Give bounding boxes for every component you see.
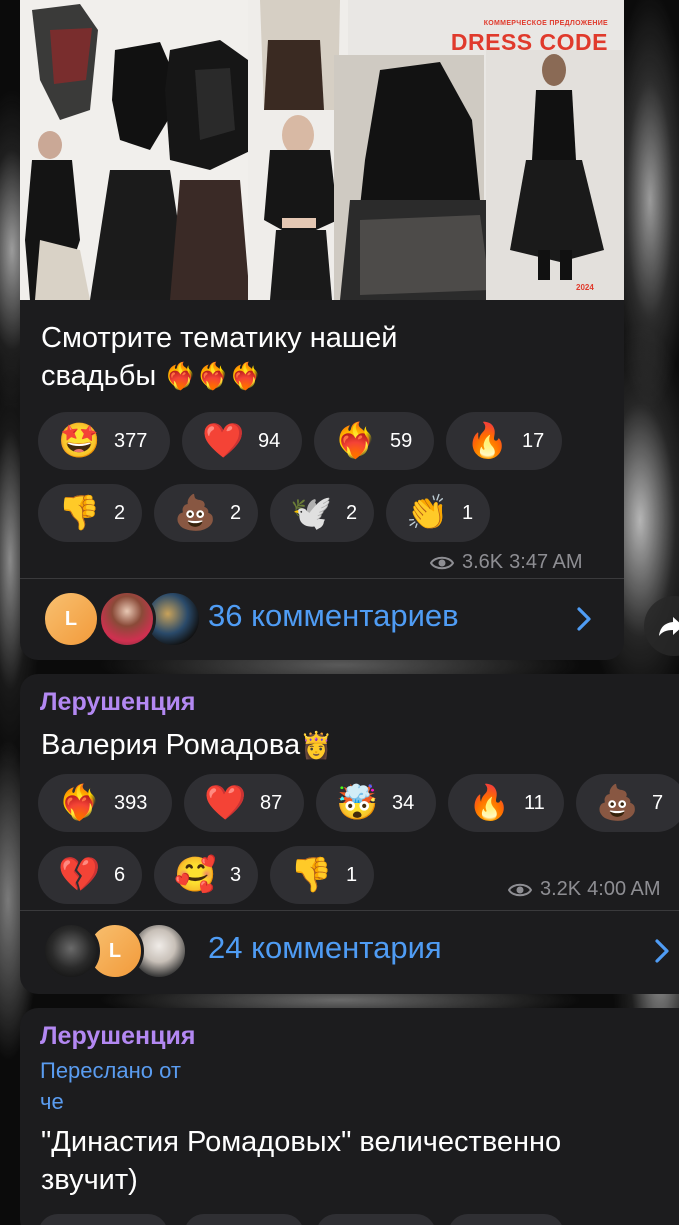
reaction-count: 34 xyxy=(392,791,415,814)
reaction-poop[interactable]: 💩 2 xyxy=(154,484,258,542)
reaction-count: 11 xyxy=(524,791,545,814)
dove-emoji-icon: 🕊️ xyxy=(290,494,333,532)
clapping-hands-emoji-icon: 👏 xyxy=(406,494,449,532)
reaction-clap[interactable]: 👏 1 xyxy=(386,484,490,542)
heart-on-fire-emoji-icon: ❤️‍🔥 xyxy=(334,422,377,460)
message-bubble[interactable]: Лерушенция Валерия Ромадова👸 ❤️‍🔥 393 ❤️… xyxy=(20,674,679,994)
reaction[interactable] xyxy=(316,1214,436,1225)
comments-count-link[interactable]: 24 комментария xyxy=(208,930,442,966)
reaction-count: 2 xyxy=(114,501,126,524)
message-time: 3:47 AM xyxy=(509,551,583,573)
message-text: Смотрите тематику нашей свадьбы ❤️‍🔥❤️‍🔥… xyxy=(41,322,398,392)
fire-emoji-icon: 🔥 xyxy=(468,784,511,822)
reaction-count: 17 xyxy=(522,429,545,452)
share-icon xyxy=(659,617,679,636)
forwarded-from-label[interactable]: Переслано от че xyxy=(40,1055,181,1117)
reaction-fire[interactable]: 🔥 17 xyxy=(446,412,562,470)
avatar: L xyxy=(42,590,100,648)
reaction-fire[interactable]: 🔥 11 xyxy=(448,774,564,832)
reaction-count: 2 xyxy=(230,501,242,524)
message-bubble[interactable]: КОММЕРЧЕСКОЕ ПРЕДЛОЖЕНИЕ DRESS CODE 2024… xyxy=(20,0,624,660)
avatar xyxy=(42,922,100,980)
message-bubble[interactable]: Лерушенция Переслано от че "Династия Ром… xyxy=(20,1008,679,1225)
message-meta: 3.6K 3:47 AM xyxy=(430,551,583,574)
star-struck-emoji-icon: 🤩 xyxy=(58,422,101,460)
comments-link-row[interactable]: L 24 комментария xyxy=(20,910,679,992)
reaction[interactable] xyxy=(184,1214,304,1225)
view-count: 3.2K xyxy=(540,878,582,900)
reaction-count: 94 xyxy=(258,429,281,452)
wedding-theme-collage-image[interactable]: КОММЕРЧЕСКОЕ ПРЕДЛОЖЕНИЕ DRESS CODE 2024 xyxy=(20,0,624,300)
reaction-count: 1 xyxy=(346,863,358,886)
reaction-count: 59 xyxy=(390,429,413,452)
reaction-star-struck[interactable]: 🤩 377 xyxy=(38,412,170,470)
message-text: "Династия Ромадовых" величественно звучи… xyxy=(41,1126,562,1196)
reaction-count: 2 xyxy=(346,501,358,524)
reaction-count: 7 xyxy=(652,791,664,814)
avatar xyxy=(98,590,156,648)
heart-on-fire-emoji-icon: ❤️‍🔥 xyxy=(58,784,101,822)
reaction-heart[interactable]: ❤️ 87 xyxy=(184,774,304,832)
eye-icon xyxy=(508,883,532,896)
message-text: Валерия Ромадова👸 xyxy=(41,729,333,761)
chevron-right-icon[interactable] xyxy=(576,606,592,632)
poop-emoji-icon: 💩 xyxy=(596,784,639,822)
sender-name[interactable]: Лерушенция xyxy=(40,1022,195,1051)
smiling-face-with-hearts-emoji-icon: 🥰 xyxy=(174,856,217,894)
sender-name[interactable]: Лерушенция xyxy=(40,688,195,717)
reaction[interactable] xyxy=(38,1214,168,1225)
reaction-count: 393 xyxy=(114,791,148,814)
reaction-count: 87 xyxy=(260,791,283,814)
exploding-head-emoji-icon: 🤯 xyxy=(336,784,379,822)
reaction-heart-on-fire[interactable]: ❤️‍🔥 59 xyxy=(314,412,434,470)
comments-count-link[interactable]: 36 комментариев xyxy=(208,598,459,634)
thumbs-down-emoji-icon: 👎 xyxy=(58,494,101,532)
reaction-count: 3 xyxy=(230,863,242,886)
fire-emoji-icon: 🔥 xyxy=(466,422,509,460)
dress-code-logo: КОММЕРЧЕСКОЕ ПРЕДЛОЖЕНИЕ DRESS CODE xyxy=(450,20,608,55)
reaction-thumbs-down[interactable]: 👎 1 xyxy=(270,846,374,904)
reaction-exploding-head[interactable]: 🤯 34 xyxy=(316,774,436,832)
poop-emoji-icon: 💩 xyxy=(174,494,217,532)
heart-emoji-icon: ❤️ xyxy=(202,422,245,460)
message-time: 4:00 AM xyxy=(587,878,661,900)
chevron-right-icon[interactable] xyxy=(654,938,670,964)
reaction-heart[interactable]: ❤️ 94 xyxy=(182,412,302,470)
heart-emoji-icon: ❤️ xyxy=(204,784,247,822)
year-label: 2024 xyxy=(576,283,594,292)
reaction-poop[interactable]: 💩 7 xyxy=(576,774,679,832)
reaction-broken-heart[interactable]: 💔 6 xyxy=(38,846,142,904)
message-meta: 3.2K 4:00 AM xyxy=(508,878,661,901)
reaction-thumbs-down[interactable]: 👎 2 xyxy=(38,484,142,542)
share-button[interactable] xyxy=(644,596,679,656)
reaction-dove[interactable]: 🕊️ 2 xyxy=(270,484,374,542)
view-count: 3.6K xyxy=(462,551,504,573)
reaction-count: 6 xyxy=(114,863,126,886)
reaction-count: 1 xyxy=(462,501,474,524)
reaction[interactable] xyxy=(448,1214,564,1225)
eye-icon xyxy=(430,556,454,569)
comments-link-row[interactable]: L 36 комментариев xyxy=(20,578,624,660)
reaction-heart-on-fire[interactable]: ❤️‍🔥 393 xyxy=(38,774,172,832)
reaction-smiling-hearts[interactable]: 🥰 3 xyxy=(154,846,258,904)
thumbs-down-emoji-icon: 👎 xyxy=(290,856,333,894)
reaction-count: 377 xyxy=(114,429,148,452)
broken-heart-emoji-icon: 💔 xyxy=(58,856,101,894)
